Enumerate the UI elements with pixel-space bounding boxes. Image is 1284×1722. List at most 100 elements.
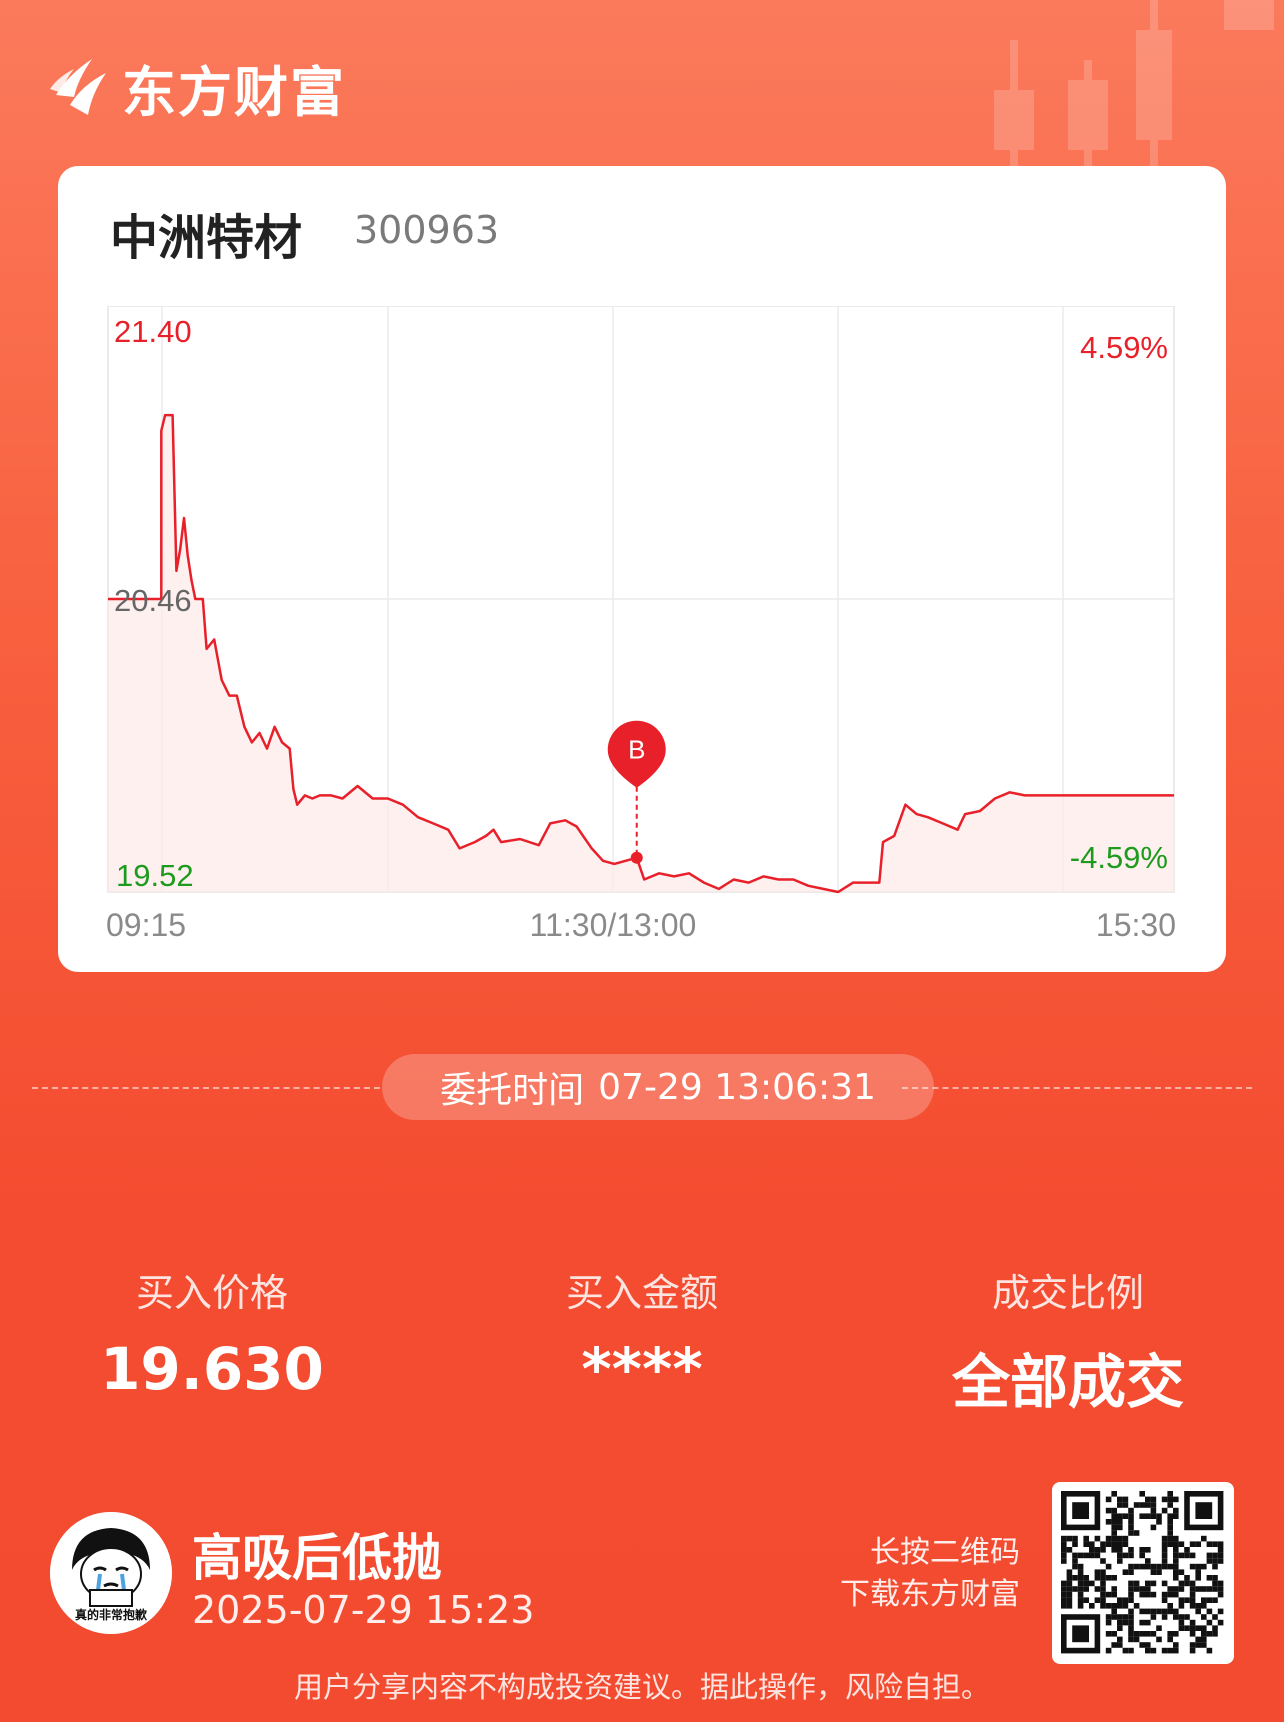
price-high-label: 21.40 bbox=[114, 314, 192, 349]
qr-module bbox=[1212, 1552, 1218, 1559]
qr-module bbox=[1173, 1547, 1179, 1553]
buy-marker[interactable]: B bbox=[607, 720, 666, 864]
brand-logo-icon bbox=[50, 58, 106, 115]
price-mid-label: 20.46 bbox=[114, 583, 192, 618]
qr-module bbox=[1173, 1535, 1179, 1542]
qr-module bbox=[1105, 1575, 1112, 1581]
qr-module bbox=[1111, 1575, 1117, 1581]
qr-module bbox=[1167, 1563, 1173, 1570]
qr-module bbox=[1077, 1586, 1084, 1592]
qr-finder-module bbox=[1195, 1502, 1213, 1519]
qr-module bbox=[1201, 1535, 1207, 1542]
qr-module bbox=[1150, 1496, 1157, 1503]
qr-module bbox=[1212, 1563, 1218, 1570]
qr-module bbox=[1117, 1519, 1123, 1525]
qr-module bbox=[1117, 1524, 1123, 1531]
qr-module bbox=[1217, 1608, 1224, 1615]
x-label-open: 09:15 bbox=[106, 907, 186, 943]
qr-module bbox=[1189, 1631, 1196, 1637]
qr-module bbox=[1167, 1502, 1173, 1508]
qr-module bbox=[1178, 1586, 1185, 1592]
qr-hint: 长按二维码 下载东方财富 bbox=[828, 1532, 1020, 1616]
qr-module bbox=[1111, 1530, 1117, 1536]
qr-module bbox=[1150, 1513, 1157, 1519]
qr-module bbox=[1189, 1552, 1196, 1559]
qr-module bbox=[1189, 1586, 1196, 1592]
user-avatar[interactable]: 真的非常抱歉 bbox=[50, 1512, 172, 1634]
qr-module bbox=[1167, 1535, 1173, 1542]
qr-module bbox=[1128, 1608, 1134, 1615]
qr-module bbox=[1161, 1591, 1168, 1598]
qr-module bbox=[1195, 1541, 1201, 1547]
qr-module bbox=[1117, 1541, 1123, 1547]
stock-name: 中洲特材 bbox=[110, 210, 303, 266]
qr-module bbox=[1077, 1575, 1084, 1581]
user-name[interactable]: 高吸后低抛 bbox=[192, 1518, 442, 1590]
qr-module bbox=[1072, 1575, 1078, 1581]
qr-module bbox=[1117, 1619, 1123, 1626]
qr-module bbox=[1150, 1647, 1157, 1654]
qr-module bbox=[1105, 1507, 1112, 1514]
qr-module bbox=[1100, 1575, 1106, 1581]
qr-module bbox=[1072, 1552, 1078, 1559]
qr-module bbox=[1167, 1647, 1173, 1654]
qr-module bbox=[1167, 1636, 1173, 1643]
qr-module bbox=[1122, 1614, 1129, 1620]
qr-module bbox=[1184, 1625, 1190, 1631]
qr-module bbox=[1066, 1547, 1073, 1553]
qr-module bbox=[1128, 1591, 1134, 1598]
qr-module bbox=[1161, 1541, 1168, 1547]
download-qr-code[interactable] bbox=[1052, 1482, 1234, 1664]
qr-module bbox=[1111, 1608, 1117, 1615]
qr-module bbox=[1111, 1614, 1117, 1620]
qr-module bbox=[1094, 1535, 1101, 1542]
qr-module bbox=[1161, 1552, 1168, 1559]
qr-module bbox=[1111, 1631, 1117, 1637]
qr-module bbox=[1061, 1591, 1067, 1598]
qr-module bbox=[1128, 1580, 1134, 1587]
qr-module bbox=[1089, 1552, 1095, 1559]
qr-module bbox=[1094, 1569, 1101, 1575]
qr-module bbox=[1105, 1563, 1112, 1570]
qr-module bbox=[1139, 1586, 1145, 1592]
qr-module bbox=[1173, 1608, 1179, 1615]
qr-module bbox=[1072, 1535, 1078, 1542]
order-time-row: 委托时间 07-29 13:06:31 bbox=[32, 1054, 1252, 1120]
qr-module bbox=[1128, 1569, 1134, 1575]
qr-module bbox=[1178, 1552, 1185, 1559]
qr-module bbox=[1212, 1580, 1218, 1587]
qr-module bbox=[1117, 1535, 1123, 1542]
qr-module bbox=[1173, 1513, 1179, 1519]
qr-module bbox=[1111, 1541, 1117, 1547]
qr-module bbox=[1178, 1597, 1185, 1603]
dashed-divider-right bbox=[902, 1087, 1252, 1089]
candlestick-decoration bbox=[994, 0, 1274, 170]
qr-module bbox=[1122, 1513, 1129, 1519]
qr-module bbox=[1139, 1502, 1145, 1508]
qr-module bbox=[1133, 1586, 1140, 1592]
qr-module bbox=[1189, 1647, 1196, 1654]
qr-module bbox=[1212, 1625, 1218, 1631]
qr-module bbox=[1156, 1563, 1162, 1570]
stat-buy-amount: 买入金额 **** bbox=[462, 1262, 822, 1403]
qr-module bbox=[1077, 1552, 1084, 1559]
qr-module bbox=[1128, 1619, 1134, 1626]
order-time-value: 07-29 13:06:31 bbox=[598, 1066, 876, 1108]
qr-module bbox=[1061, 1597, 1067, 1603]
qr-module bbox=[1077, 1603, 1084, 1609]
stock-card[interactable]: 中洲特材 300963 B 21.40 20.46 19.52 4.59% -4… bbox=[58, 166, 1226, 972]
qr-module bbox=[1178, 1614, 1185, 1620]
qr-module bbox=[1173, 1586, 1179, 1592]
qr-module bbox=[1189, 1597, 1196, 1603]
qr-module bbox=[1195, 1603, 1201, 1609]
qr-module bbox=[1139, 1642, 1145, 1648]
qr-module bbox=[1139, 1552, 1145, 1559]
qr-module bbox=[1161, 1608, 1168, 1615]
qr-module bbox=[1061, 1558, 1067, 1564]
qr-module bbox=[1178, 1619, 1185, 1626]
qr-module bbox=[1111, 1642, 1117, 1648]
qr-module bbox=[1156, 1519, 1162, 1525]
qr-module bbox=[1100, 1591, 1106, 1598]
qr-module bbox=[1077, 1580, 1084, 1587]
qr-module bbox=[1072, 1541, 1078, 1547]
